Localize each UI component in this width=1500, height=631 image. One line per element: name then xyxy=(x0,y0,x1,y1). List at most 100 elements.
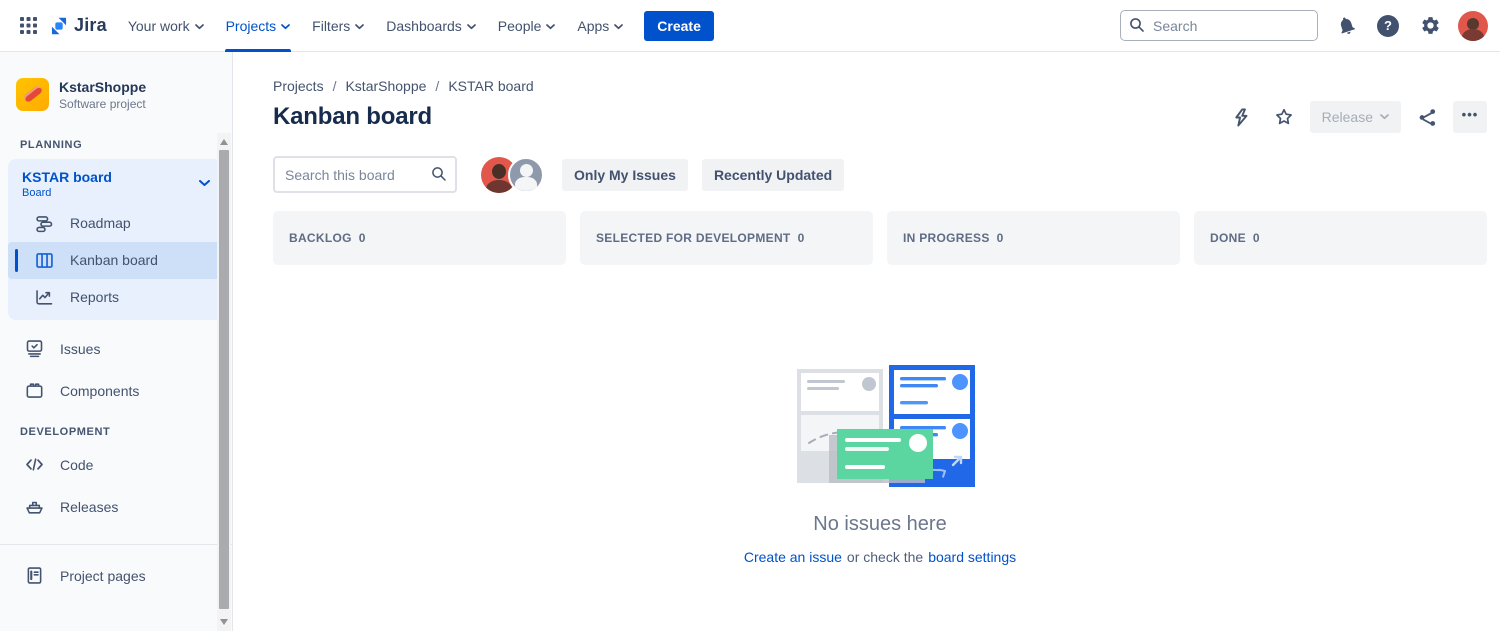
kanban-icon xyxy=(32,248,56,272)
project-pages-icon xyxy=(22,564,46,588)
scrollbar-thumb[interactable] xyxy=(219,150,229,609)
nav-item-apps[interactable]: Apps xyxy=(566,0,634,52)
search-icon xyxy=(431,166,447,187)
sidebar-item-code[interactable]: Code xyxy=(0,444,232,486)
reports-icon xyxy=(32,285,56,309)
jira-logo-icon xyxy=(48,15,70,37)
section-header-development: DEVELOPMENT xyxy=(0,412,232,444)
sidebar-divider xyxy=(0,544,232,545)
chevron-down-icon xyxy=(467,24,476,30)
user-avatar[interactable] xyxy=(1458,11,1488,41)
breadcrumb: Projects / KstarShoppe / KSTAR board xyxy=(273,78,1487,94)
create-button[interactable]: Create xyxy=(644,11,714,41)
nav-item-people[interactable]: People xyxy=(487,0,567,52)
sidebar-item-label: Releases xyxy=(60,499,118,515)
search-icon xyxy=(1129,17,1145,38)
nav-item-your-work[interactable]: Your work xyxy=(117,0,215,52)
board-search xyxy=(273,156,457,193)
board-search-input[interactable] xyxy=(273,156,457,193)
app-switcher-icon[interactable] xyxy=(12,10,44,42)
nav-item-dashboards[interactable]: Dashboards xyxy=(375,0,487,52)
chevron-down-icon xyxy=(195,24,204,30)
help-icon[interactable]: ? xyxy=(1374,12,1402,40)
more-options-button[interactable]: ••• xyxy=(1453,101,1487,133)
chevron-down-icon xyxy=(281,24,290,30)
global-search xyxy=(1120,10,1318,41)
releases-icon xyxy=(22,495,46,519)
roadmap-icon xyxy=(32,211,56,235)
release-button[interactable]: Release xyxy=(1310,101,1401,133)
board-name: KSTAR board xyxy=(22,169,112,187)
sidebar-item-project-pages[interactable]: Project pages xyxy=(0,555,232,597)
create-an-issue-link[interactable]: Create an issue xyxy=(744,549,842,565)
nav-item-projects[interactable]: Projects xyxy=(215,0,302,52)
recently-updated-button[interactable]: Recently Updated xyxy=(702,159,844,191)
chevron-down-icon xyxy=(1380,114,1389,120)
member-avatar-default[interactable] xyxy=(508,157,544,193)
sidebar-item-issues[interactable]: Issues xyxy=(0,328,232,370)
column-count: 0 xyxy=(798,231,805,245)
project-header[interactable]: KstarShoppe Software project xyxy=(0,78,232,125)
jira-logo[interactable]: Jira xyxy=(44,15,117,37)
chevron-down-icon xyxy=(199,174,210,192)
sidebar-item-releases[interactable]: Releases xyxy=(0,486,232,528)
board-group: KSTAR board Board Roadmap Kanban board xyxy=(8,159,222,320)
primary-nav: Your work Projects Filters Dashboards Pe… xyxy=(117,0,634,52)
column-in-progress[interactable]: IN PROGRESS 0 xyxy=(887,211,1180,265)
board-columns: BACKLOG 0 SELECTED FOR DEVELOPMENT 0 IN … xyxy=(273,211,1487,265)
column-selected-for-development[interactable]: SELECTED FOR DEVELOPMENT 0 xyxy=(580,211,873,265)
main-content: Projects / KstarShoppe / KSTAR board Kan… xyxy=(233,52,1500,631)
share-icon[interactable] xyxy=(1411,101,1443,133)
page-title: Kanban board xyxy=(273,103,432,131)
project-sidebar: KstarShoppe Software project PLANNING KS… xyxy=(0,52,233,631)
breadcrumb-project-name[interactable]: KstarShoppe xyxy=(345,78,426,94)
breadcrumb-board-name[interactable]: KSTAR board xyxy=(448,78,533,94)
code-icon xyxy=(22,453,46,477)
sidebar-scrollbar[interactable] xyxy=(217,133,231,631)
breadcrumb-projects[interactable]: Projects xyxy=(273,78,324,94)
column-count: 0 xyxy=(997,231,1004,245)
sidebar-item-label: Code xyxy=(60,457,93,473)
issues-icon xyxy=(22,337,46,361)
sidebar-item-reports[interactable]: Reports xyxy=(8,279,222,316)
components-icon xyxy=(22,379,46,403)
sidebar-item-label: Project pages xyxy=(60,568,146,584)
column-backlog[interactable]: BACKLOG 0 xyxy=(273,211,566,265)
sidebar-item-label: Reports xyxy=(70,289,119,305)
empty-state-title: No issues here xyxy=(813,513,946,536)
sidebar-item-components[interactable]: Components xyxy=(0,370,232,412)
sidebar-item-label: Roadmap xyxy=(70,215,131,231)
empty-state-middle-text: or check the xyxy=(847,549,923,565)
sidebar-item-label: Components xyxy=(60,383,139,399)
empty-state: No issues here Create an issue or check … xyxy=(273,365,1487,565)
global-search-input[interactable] xyxy=(1120,10,1318,41)
star-icon[interactable] xyxy=(1268,101,1300,133)
brand-name: Jira xyxy=(74,15,107,36)
column-count: 0 xyxy=(1253,231,1260,245)
settings-gear-icon[interactable] xyxy=(1416,12,1444,40)
board-toolbar: Only My Issues Recently Updated xyxy=(273,156,1487,193)
sidebar-item-label: Issues xyxy=(60,341,100,357)
board-member-avatars xyxy=(481,157,544,193)
empty-board-illustration xyxy=(785,365,975,487)
section-header-planning: PLANNING xyxy=(0,125,232,157)
chevron-down-icon xyxy=(546,24,555,30)
board-subtitle: Board xyxy=(22,187,112,199)
board-settings-link[interactable]: board settings xyxy=(928,549,1016,565)
sidebar-item-kanban-board[interactable]: Kanban board xyxy=(8,242,222,279)
board-switcher[interactable]: KSTAR board Board xyxy=(8,167,222,205)
chevron-down-icon xyxy=(355,24,364,30)
column-count: 0 xyxy=(359,231,366,245)
nav-item-filters[interactable]: Filters xyxy=(301,0,375,52)
scroll-down-arrow-icon[interactable] xyxy=(220,619,228,625)
top-navigation: Jira Your work Projects Filters Dashboar… xyxy=(0,0,1500,52)
project-avatar xyxy=(16,78,49,111)
automation-lightning-icon[interactable] xyxy=(1226,101,1258,133)
only-my-issues-button[interactable]: Only My Issues xyxy=(562,159,688,191)
sidebar-item-roadmap[interactable]: Roadmap xyxy=(8,205,222,242)
column-done[interactable]: DONE 0 xyxy=(1194,211,1487,265)
breadcrumb-separator: / xyxy=(333,78,337,94)
nav-right-cluster: ? xyxy=(1120,10,1488,41)
scroll-up-arrow-icon[interactable] xyxy=(220,139,228,145)
notifications-icon[interactable] xyxy=(1332,12,1360,40)
